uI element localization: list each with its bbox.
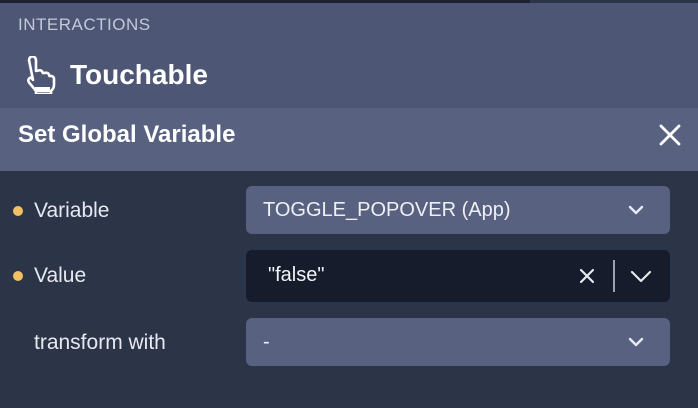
property-label-value: Value [34,264,87,287]
chevron-down-icon [628,337,644,347]
clear-icon[interactable] [578,267,596,285]
transform-select[interactable]: - [246,318,670,366]
chevron-down-icon[interactable] [629,267,653,285]
separator [613,260,615,292]
trigger-title: Touchable [70,59,208,90]
property-label-variable: Variable [34,199,110,222]
interactions-section: INTERACTIONS Touchable [0,3,698,108]
interaction-panel: INTERACTIONS Touchable Set Global Variab… [0,0,698,408]
hand-pointer-icon [27,56,56,94]
section-label: INTERACTIONS [18,15,151,34]
close-button[interactable] [656,121,684,149]
properties-body: Variable TOGGLE_POPOVER (App) Value "fal… [0,171,698,408]
trigger-row[interactable]: Touchable [20,55,208,95]
property-row-variable: Variable TOGGLE_POPOVER (App) [0,186,698,234]
value-combobox[interactable]: "false" [246,250,670,302]
transform-select-value: - [263,331,270,353]
close-icon [659,124,681,146]
action-header: Set Global Variable [0,108,698,171]
chevron-down-icon [628,205,644,215]
property-label-transform: transform with [34,331,166,354]
value-input[interactable]: "false" [268,264,324,287]
variable-select-value: TOGGLE_POPOVER (App) [263,199,511,221]
property-row-value: Value "false" [0,250,698,302]
action-title: Set Global Variable [18,121,236,148]
variable-select[interactable]: TOGGLE_POPOVER (App) [246,186,670,234]
required-dot [13,271,23,281]
property-row-transform: transform with - [0,318,698,366]
required-dot [13,206,23,216]
